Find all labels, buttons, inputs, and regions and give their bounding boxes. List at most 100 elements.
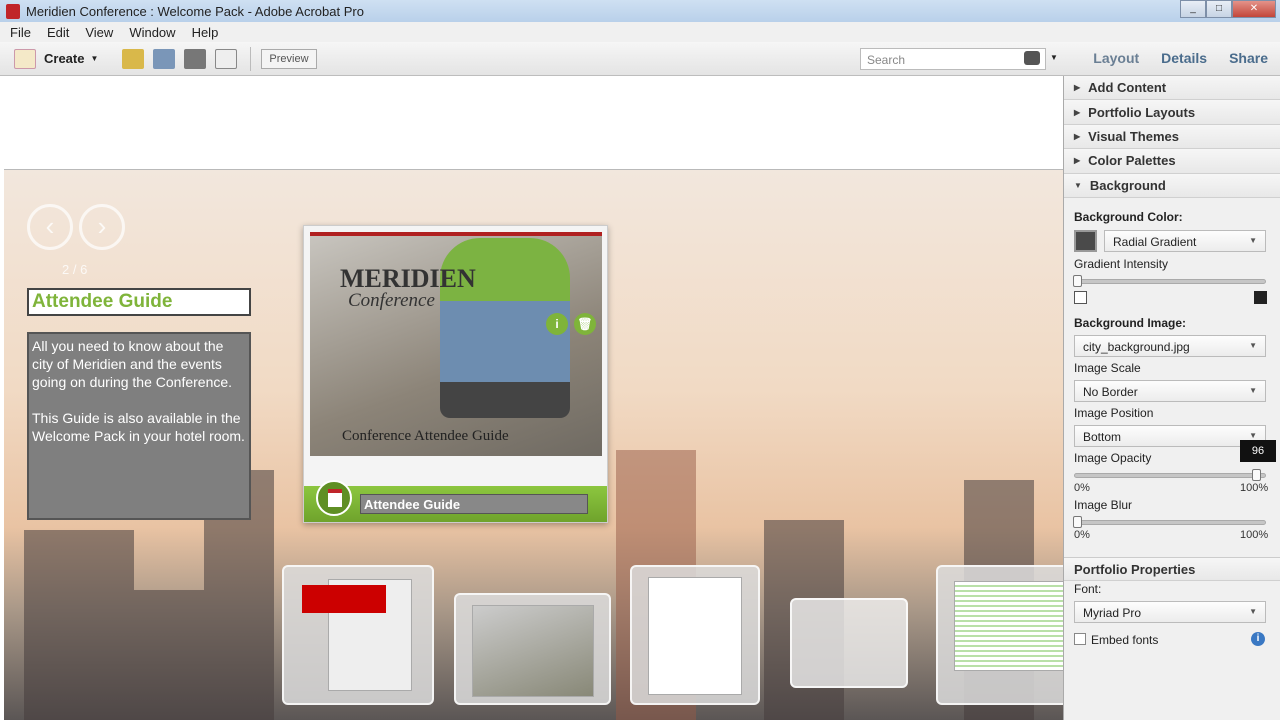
close-button[interactable]: ✕ <box>1232 0 1276 18</box>
selected-file-card[interactable]: MERIDIEN Conference Conference Attendee … <box>303 225 608 523</box>
file-thumbnail-agreement[interactable] <box>630 565 760 705</box>
menu-help[interactable]: Help <box>192 25 219 40</box>
save-icon[interactable] <box>153 48 176 69</box>
section-background[interactable]: ▼ Background <box>1064 173 1280 198</box>
menu-window[interactable]: Window <box>129 25 175 40</box>
image-blur-label: Image Blur <box>1074 498 1133 512</box>
background-color-label: Background Color: <box>1074 210 1183 224</box>
cover-caption: Conference Attendee Guide <box>342 428 509 444</box>
maximize-button[interactable]: □ <box>1206 0 1232 18</box>
agreement-preview <box>648 577 742 695</box>
gradient-intensity-slider[interactable] <box>1073 275 1266 287</box>
menu-view[interactable]: View <box>85 25 113 40</box>
create-label: Create <box>44 51 85 66</box>
preview-button[interactable]: Preview <box>261 48 317 69</box>
email-icon[interactable] <box>215 48 238 69</box>
acrobat-icon <box>6 3 20 19</box>
slider-thumb[interactable] <box>1073 275 1082 287</box>
embed-fonts-label: Embed fonts <box>1091 633 1159 647</box>
folder-thumbnail[interactable] <box>790 598 908 688</box>
search-input[interactable]: Search <box>860 48 1046 70</box>
tab-share[interactable]: Share <box>1229 50 1268 66</box>
menu-file[interactable]: File <box>10 25 31 40</box>
background-color-swatch[interactable] <box>1074 230 1097 252</box>
slider-thumb[interactable] <box>1252 469 1262 481</box>
background-image-label: Background Image: <box>1074 316 1187 330</box>
search-options-chevron-icon[interactable]: ▼ <box>1050 53 1058 62</box>
expand-icon: ▶ <box>1074 131 1081 141</box>
building <box>24 530 134 720</box>
toolbar-divider <box>250 46 252 71</box>
info-icon[interactable]: i <box>1251 632 1265 646</box>
menu-bar: File Edit View Window Help <box>0 22 1280 42</box>
image-position-dropdown[interactable]: Bottom <box>1074 425 1266 447</box>
video-label-icon <box>302 585 386 613</box>
minimize-button[interactable]: _ <box>1180 0 1206 18</box>
info-icon[interactable]: i <box>546 313 568 335</box>
gradient-intensity-label: Gradient Intensity <box>1074 257 1169 271</box>
image-blur-slider[interactable] <box>1073 516 1266 528</box>
gradient-type-dropdown[interactable]: Radial Gradient <box>1104 230 1266 252</box>
description-paragraph: This Guide is also available in the Welc… <box>32 410 245 444</box>
cover-subtitle: Conference <box>348 290 435 311</box>
open-folder-icon[interactable] <box>122 48 145 69</box>
file-thumbnail-spreadsheet[interactable] <box>936 565 1063 705</box>
window-title: Meridien Conference : Welcome Pack - Ado… <box>26 3 364 19</box>
file-thumbnail-video[interactable] <box>282 565 434 705</box>
section-label: Add Content <box>1088 80 1167 96</box>
blur-min-label: 0% <box>1074 529 1090 541</box>
image-scale-dropdown[interactable]: No Border <box>1074 380 1266 402</box>
next-button[interactable]: › <box>79 204 125 250</box>
light-swatch-icon <box>1074 291 1087 304</box>
blur-max-label: 100% <box>1240 529 1269 541</box>
section-label: Visual Themes <box>1088 128 1179 144</box>
opacity-tooltip: 96 <box>1240 440 1276 462</box>
expand-icon: ▶ <box>1074 83 1081 93</box>
guide-preview <box>472 605 594 697</box>
section-portfolio-layouts[interactable]: ▶ Portfolio Layouts <box>1064 100 1280 125</box>
section-color-palettes[interactable]: ▶ Color Palettes <box>1064 149 1280 174</box>
card-footer: Attendee Guide <box>304 480 607 522</box>
slider-thumb[interactable] <box>1073 516 1082 528</box>
embed-fonts-checkbox[interactable] <box>1074 633 1086 645</box>
section-label: Background <box>1089 177 1166 193</box>
page-indicator: 2 / 6 <box>62 262 88 277</box>
card-name-field[interactable]: Attendee Guide <box>360 494 588 514</box>
details-panel: ▶ Add Content ▶ Portfolio Layouts ▶ Visual … <box>1063 76 1280 720</box>
menu-edit[interactable]: Edit <box>47 25 69 40</box>
previous-button[interactable]: ‹ <box>27 204 73 250</box>
file-thumbnail-guide[interactable] <box>454 593 611 705</box>
cover-thumbnail: MERIDIEN Conference Conference Attendee … <box>310 232 602 456</box>
tab-details[interactable]: Details <box>1161 50 1207 66</box>
background-image-dropdown[interactable]: city_background.jpg <box>1074 335 1266 357</box>
section-label: Color Palettes <box>1088 153 1176 169</box>
tab-layout[interactable]: Layout <box>1093 50 1139 66</box>
trash-icon[interactable]: 🗑 <box>574 313 596 335</box>
section-visual-themes[interactable]: ▶ Visual Themes <box>1064 124 1280 150</box>
expand-icon: ▶ <box>1074 156 1081 166</box>
section-label: Portfolio Layouts <box>1088 104 1196 120</box>
create-icon <box>14 48 36 69</box>
font-dropdown[interactable]: Myriad Pro <box>1074 601 1266 623</box>
chevron-down-icon: ▼ <box>90 54 99 63</box>
create-button[interactable]: Create ▼ <box>14 48 99 69</box>
pdf-icon <box>316 480 352 516</box>
building <box>134 590 204 720</box>
opacity-min-label: 0% <box>1074 482 1090 494</box>
collapse-icon: ▼ <box>1074 180 1082 190</box>
section-add-content[interactable]: ▶ Add Content <box>1064 76 1280 101</box>
file-description-field[interactable]: All you need to know about the city of M… <box>27 332 251 520</box>
image-opacity-slider[interactable] <box>1074 469 1266 481</box>
title-bar: Meridien Conference : Welcome Pack - Ado… <box>0 0 1280 22</box>
opacity-max-label: 100% <box>1240 482 1269 494</box>
expand-icon: ▶ <box>1074 107 1081 117</box>
section-label: Portfolio Properties <box>1074 561 1196 577</box>
description-paragraph: All you need to know about the city of M… <box>32 338 233 390</box>
dark-swatch-icon <box>1254 291 1267 304</box>
file-title-field[interactable]: Attendee Guide <box>27 288 251 316</box>
binoculars-icon[interactable] <box>1024 51 1040 65</box>
image-position-label: Image Position <box>1074 406 1154 420</box>
section-portfolio-properties[interactable]: Portfolio Properties <box>1064 557 1280 582</box>
print-icon[interactable] <box>184 48 207 69</box>
image-opacity-label: Image Opacity <box>1074 451 1152 465</box>
